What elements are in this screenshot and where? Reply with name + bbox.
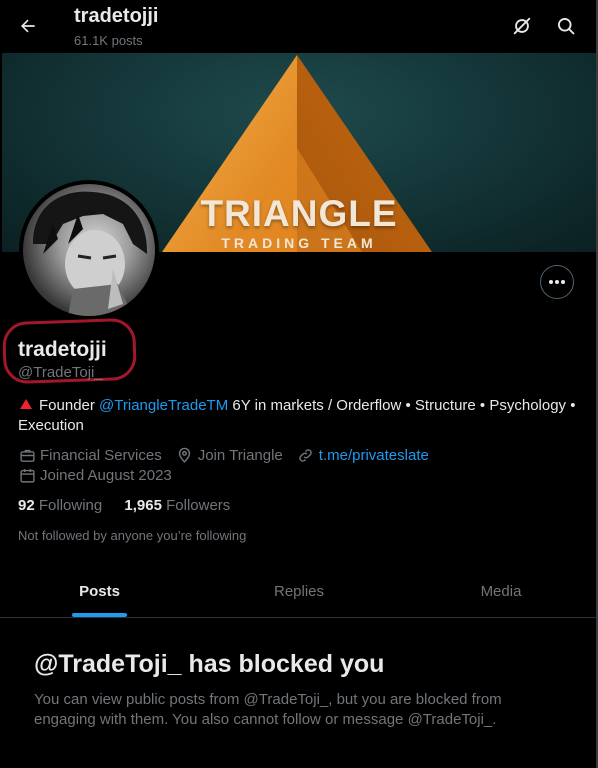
tab-media[interactable]: Media [399, 565, 598, 617]
joined-date: Joined August 2023 [40, 466, 172, 484]
profile-joined-row: Joined August 2023 [18, 466, 172, 484]
arrow-left-icon [21, 19, 35, 33]
grok-icon [513, 17, 531, 35]
profile-bio: Founder @TriangleTradeTM 6Y in markets /… [18, 396, 583, 436]
avatar-image [23, 184, 155, 316]
bio-prefix: Founder [39, 397, 100, 414]
followers-label: Followers [166, 497, 231, 514]
more-dots-icon [549, 280, 565, 284]
followers-count: 1,965 [124, 497, 162, 514]
grok-button[interactable] [506, 10, 538, 42]
bio-mention-link[interactable]: @TriangleTradeTM [99, 397, 228, 414]
search-icon [558, 18, 575, 35]
tab-replies[interactable]: Replies [199, 565, 399, 617]
red-triangle-icon [20, 399, 32, 409]
calendar-icon [18, 466, 36, 484]
post-count: 61.1K posts [74, 33, 143, 48]
following-label: Following [38, 497, 103, 514]
blocked-title: @TradeToji_ has blocked you [34, 650, 385, 678]
search-button[interactable] [550, 10, 582, 42]
tab-posts[interactable]: Posts [0, 565, 199, 617]
profile-handle: @TradeToji_ [18, 364, 103, 381]
following-link[interactable]: 92 Following [18, 497, 102, 514]
avatar[interactable] [19, 180, 159, 320]
not-followed-note: Not followed by anyone you’re following [18, 528, 247, 543]
profile-tabs: Posts Replies Media [0, 565, 598, 618]
profile-website-link[interactable]: t.me/privateslate [319, 447, 429, 464]
link-icon [297, 446, 315, 464]
back-button[interactable] [12, 10, 44, 42]
top-bar: tradetojji 61.1K posts [0, 0, 598, 53]
blocked-message: You can view public posts from @TradeToj… [34, 691, 502, 728]
briefcase-icon [18, 446, 36, 464]
profile-meta-row: Financial Services Join Triangle t.me/pr… [18, 446, 429, 464]
profile-location: Join Triangle [197, 446, 283, 464]
followers-link[interactable]: 1,965 Followers [124, 497, 230, 514]
display-name: tradetojji [18, 338, 107, 361]
more-options-button[interactable] [540, 265, 574, 299]
follow-counts: 92 Following 1,965 Followers [18, 497, 230, 514]
profile-category: Financial Services [40, 446, 162, 464]
following-count: 92 [18, 497, 35, 514]
location-pin-icon [176, 446, 194, 464]
header-title: tradetojji [74, 5, 159, 27]
active-tab-indicator [72, 613, 127, 617]
